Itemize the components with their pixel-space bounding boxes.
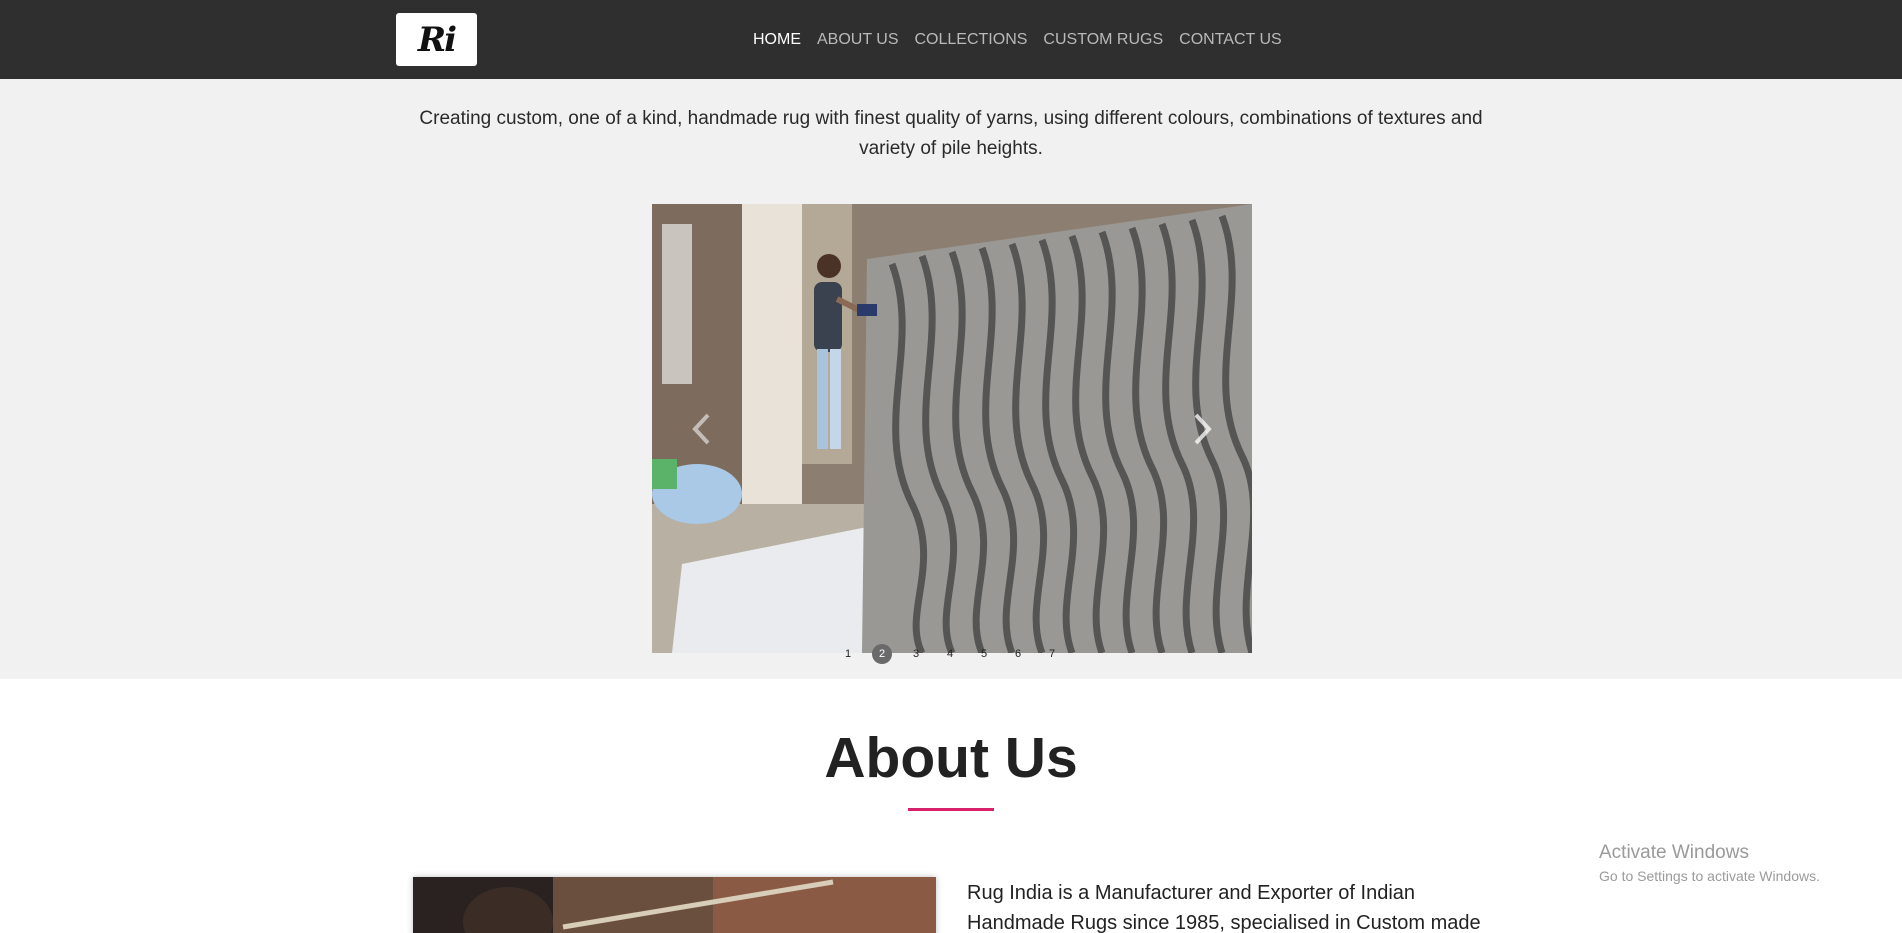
watermark-title: Activate Windows — [1599, 842, 1749, 863]
carousel-page-2[interactable]: 2 — [872, 644, 892, 664]
chevron-left-icon — [692, 413, 710, 445]
nav-collections[interactable]: COLLECTIONS — [915, 31, 1028, 49]
logo-text: Ri — [417, 19, 457, 60]
site-logo[interactable]: Ri — [396, 13, 477, 66]
carousel-prev-button[interactable] — [687, 409, 715, 449]
carousel-page-7[interactable]: 7 — [1042, 644, 1062, 664]
hero-tagline: Creating custom, one of a kind, handmade… — [419, 108, 1483, 159]
carousel-page-1[interactable]: 1 — [838, 644, 858, 664]
image-carousel[interactable] — [652, 204, 1252, 653]
chevron-right-icon — [1194, 413, 1212, 445]
main-nav: HOME ABOUT US COLLECTIONS CUSTOM RUGS CO… — [753, 0, 1282, 79]
about-description: Rug India is a Manufacturer and Exporter… — [967, 882, 1481, 933]
nav-contact-us[interactable]: CONTACT US — [1179, 31, 1282, 49]
carousel-page-6[interactable]: 6 — [1008, 644, 1028, 664]
about-heading-underline — [908, 808, 994, 811]
nav-about-us[interactable]: ABOUT US — [817, 31, 899, 49]
windows-activation-watermark: Activate Windows Go to Settings to activ… — [1599, 842, 1820, 884]
about-photo — [413, 877, 936, 933]
carousel-pagination: 1 2 3 4 5 6 7 — [838, 644, 1062, 664]
carousel-slide-image — [652, 204, 1252, 653]
top-navbar: Ri HOME ABOUT US COLLECTIONS CUSTOM RUGS… — [0, 0, 1902, 79]
carousel-page-4[interactable]: 4 — [940, 644, 960, 664]
about-heading: About Us — [824, 726, 1078, 790]
carousel-page-5[interactable]: 5 — [974, 644, 994, 664]
watermark-subtitle: Go to Settings to activate Windows. — [1599, 868, 1820, 884]
nav-custom-rugs[interactable]: CUSTOM RUGS — [1043, 31, 1163, 49]
about-image — [413, 877, 936, 933]
hero-section: Creating custom, one of a kind, handmade… — [0, 79, 1902, 679]
carousel-next-button[interactable] — [1189, 409, 1217, 449]
carousel-page-3[interactable]: 3 — [906, 644, 926, 664]
nav-home[interactable]: HOME — [753, 31, 801, 49]
